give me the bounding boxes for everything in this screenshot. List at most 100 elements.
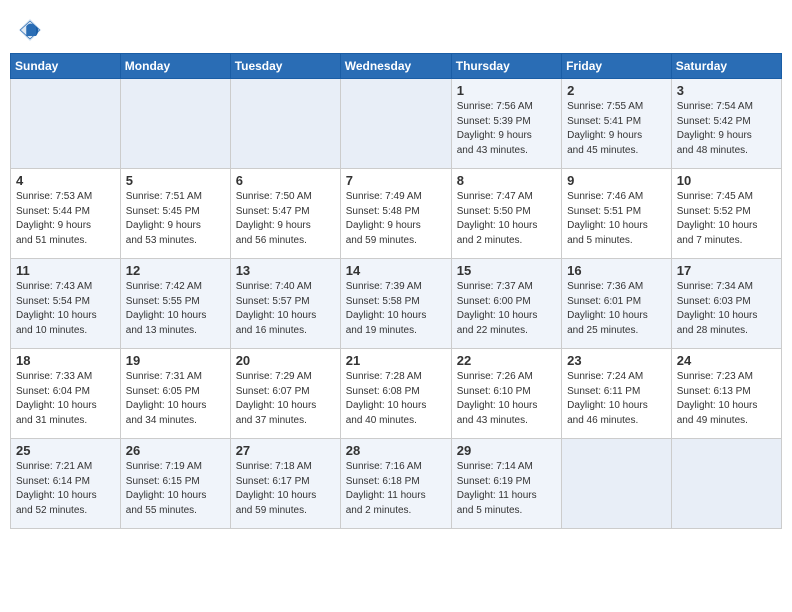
- logo: [15, 15, 49, 45]
- calendar-cell: 25 Sunrise: 7:21 AMSunset: 6:14 PMDayligh…: [11, 439, 121, 529]
- calendar-cell: 11 Sunrise: 7:43 AMSunset: 5:54 PMDayligh…: [11, 259, 121, 349]
- day-info: Sunrise: 7:16 AMSunset: 6:18 PMDaylight:…: [346, 460, 446, 518]
- day-info: Sunrise: 7:18 AMSunset: 6:17 PMDaylight:…: [236, 460, 335, 518]
- day-info: Sunrise: 7:47 AMSunset: 5:50 PMDaylight:…: [457, 190, 556, 248]
- day-number: 6: [236, 173, 335, 188]
- weekday-header-monday: Monday: [120, 54, 230, 79]
- day-number: 9: [567, 173, 666, 188]
- calendar-cell: 7 Sunrise: 7:49 AMSunset: 5:48 PMDaylight…: [340, 169, 451, 259]
- day-info: Sunrise: 7:51 AMSunset: 5:45 PMDaylight:…: [126, 190, 225, 248]
- day-number: 13: [236, 263, 335, 278]
- calendar-cell: 26 Sunrise: 7:19 AMSunset: 6:15 PMDayligh…: [120, 439, 230, 529]
- day-number: 23: [567, 353, 666, 368]
- calendar-cell: 16Sunrise: 7:36 AMSunset: 6:01 PMDayligh…: [562, 259, 672, 349]
- calendar-cell: 21Sunrise: 7:28 AMSunset: 6:08 PMDayligh…: [340, 349, 451, 439]
- calendar-cell: 22 Sunrise: 7:26 AMSunset: 6:10 PMDayligh…: [451, 349, 561, 439]
- calendar-cell: 29Sunrise: 7:14 AMSunset: 6:19 PMDayligh…: [451, 439, 561, 529]
- day-number: 14: [346, 263, 446, 278]
- calendar-cell: 2 Sunrise: 7:55 AMSunset: 5:41 PMDaylight…: [562, 79, 672, 169]
- day-number: 24: [677, 353, 776, 368]
- day-number: 27: [236, 443, 335, 458]
- day-info: Sunrise: 7:46 AMSunset: 5:51 PMDaylight:…: [567, 190, 666, 248]
- calendar-cell: [562, 439, 672, 529]
- logo-icon: [15, 15, 45, 45]
- calendar-cell: 19 Sunrise: 7:31 AMSunset: 6:05 PMDayligh…: [120, 349, 230, 439]
- calendar-cell: 10 Sunrise: 7:45 AMSunset: 5:52 PMDayligh…: [671, 169, 781, 259]
- day-number: 10: [677, 173, 776, 188]
- calendar-week-row: 25 Sunrise: 7:21 AMSunset: 6:14 PMDayligh…: [11, 439, 782, 529]
- weekday-header-tuesday: Tuesday: [230, 54, 340, 79]
- day-info: Sunrise: 7:45 AMSunset: 5:52 PMDaylight:…: [677, 190, 776, 248]
- day-number: 26: [126, 443, 225, 458]
- day-number: 15: [457, 263, 556, 278]
- day-number: 25: [16, 443, 115, 458]
- weekday-header-wednesday: Wednesday: [340, 54, 451, 79]
- day-number: 20: [236, 353, 335, 368]
- weekday-header-row: SundayMondayTuesdayWednesdayThursdayFrid…: [11, 54, 782, 79]
- calendar-cell: 24 Sunrise: 7:23 AMSunset: 6:13 PMDayligh…: [671, 349, 781, 439]
- weekday-header-friday: Friday: [562, 54, 672, 79]
- day-info: Sunrise: 7:56 AMSunset: 5:39 PMDaylight:…: [457, 100, 556, 158]
- day-info: Sunrise: 7:29 AMSunset: 6:07 PMDaylight:…: [236, 370, 335, 428]
- day-info: Sunrise: 7:50 AMSunset: 5:47 PMDaylight:…: [236, 190, 335, 248]
- calendar-cell: [230, 79, 340, 169]
- calendar-cell: 23 Sunrise: 7:24 AMSunset: 6:11 PMDayligh…: [562, 349, 672, 439]
- calendar-cell: 27 Sunrise: 7:18 AMSunset: 6:17 PMDayligh…: [230, 439, 340, 529]
- calendar-cell: 5 Sunrise: 7:51 AMSunset: 5:45 PMDaylight…: [120, 169, 230, 259]
- calendar-cell: [671, 439, 781, 529]
- weekday-header-saturday: Saturday: [671, 54, 781, 79]
- day-number: 4: [16, 173, 115, 188]
- day-info: Sunrise: 7:34 AMSunset: 6:03 PMDaylight:…: [677, 280, 776, 338]
- day-number: 5: [126, 173, 225, 188]
- day-number: 3: [677, 83, 776, 98]
- day-number: 2: [567, 83, 666, 98]
- calendar-cell: [11, 79, 121, 169]
- day-number: 8: [457, 173, 556, 188]
- day-info: Sunrise: 7:42 AMSunset: 5:55 PMDaylight:…: [126, 280, 225, 338]
- day-info: Sunrise: 7:40 AMSunset: 5:57 PMDaylight:…: [236, 280, 335, 338]
- day-info: Sunrise: 7:37 AMSunset: 6:00 PMDaylight:…: [457, 280, 556, 338]
- calendar-cell: 8 Sunrise: 7:47 AMSunset: 5:50 PMDaylight…: [451, 169, 561, 259]
- calendar-cell: 18Sunrise: 7:33 AMSunset: 6:04 PMDayligh…: [11, 349, 121, 439]
- day-number: 22: [457, 353, 556, 368]
- day-number: 19: [126, 353, 225, 368]
- calendar-cell: 1 Sunrise: 7:56 AMSunset: 5:39 PMDaylight…: [451, 79, 561, 169]
- day-info: Sunrise: 7:19 AMSunset: 6:15 PMDaylight:…: [126, 460, 225, 518]
- calendar-week-row: 1 Sunrise: 7:56 AMSunset: 5:39 PMDaylight…: [11, 79, 782, 169]
- day-info: Sunrise: 7:28 AMSunset: 6:08 PMDaylight:…: [346, 370, 446, 428]
- day-info: Sunrise: 7:49 AMSunset: 5:48 PMDaylight:…: [346, 190, 446, 248]
- day-number: 7: [346, 173, 446, 188]
- calendar-week-row: 4 Sunrise: 7:53 AMSunset: 5:44 PMDaylight…: [11, 169, 782, 259]
- day-number: 18: [16, 353, 115, 368]
- calendar-cell: 15 Sunrise: 7:37 AMSunset: 6:00 PMDayligh…: [451, 259, 561, 349]
- day-info: Sunrise: 7:54 AMSunset: 5:42 PMDaylight:…: [677, 100, 776, 158]
- calendar-cell: 20 Sunrise: 7:29 AMSunset: 6:07 PMDayligh…: [230, 349, 340, 439]
- day-info: Sunrise: 7:23 AMSunset: 6:13 PMDaylight:…: [677, 370, 776, 428]
- calendar-week-row: 18Sunrise: 7:33 AMSunset: 6:04 PMDayligh…: [11, 349, 782, 439]
- weekday-header-sunday: Sunday: [11, 54, 121, 79]
- day-info: Sunrise: 7:26 AMSunset: 6:10 PMDaylight:…: [457, 370, 556, 428]
- day-number: 1: [457, 83, 556, 98]
- page-header: [10, 10, 782, 45]
- calendar-cell: 13 Sunrise: 7:40 AMSunset: 5:57 PMDayligh…: [230, 259, 340, 349]
- day-number: 11: [16, 263, 115, 278]
- day-info: Sunrise: 7:21 AMSunset: 6:14 PMDaylight:…: [16, 460, 115, 518]
- day-info: Sunrise: 7:31 AMSunset: 6:05 PMDaylight:…: [126, 370, 225, 428]
- calendar-cell: 3 Sunrise: 7:54 AMSunset: 5:42 PMDaylight…: [671, 79, 781, 169]
- day-number: 12: [126, 263, 225, 278]
- day-info: Sunrise: 7:43 AMSunset: 5:54 PMDaylight:…: [16, 280, 115, 338]
- day-info: Sunrise: 7:53 AMSunset: 5:44 PMDaylight:…: [16, 190, 115, 248]
- calendar-cell: [120, 79, 230, 169]
- calendar-cell: [340, 79, 451, 169]
- day-info: Sunrise: 7:39 AMSunset: 5:58 PMDaylight:…: [346, 280, 446, 338]
- calendar-cell: 14 Sunrise: 7:39 AMSunset: 5:58 PMDayligh…: [340, 259, 451, 349]
- day-number: 17: [677, 263, 776, 278]
- calendar-cell: 9 Sunrise: 7:46 AMSunset: 5:51 PMDaylight…: [562, 169, 672, 259]
- day-info: Sunrise: 7:55 AMSunset: 5:41 PMDaylight:…: [567, 100, 666, 158]
- day-info: Sunrise: 7:24 AMSunset: 6:11 PMDaylight:…: [567, 370, 666, 428]
- calendar-cell: 6 Sunrise: 7:50 AMSunset: 5:47 PMDaylight…: [230, 169, 340, 259]
- calendar-cell: 12 Sunrise: 7:42 AMSunset: 5:55 PMDayligh…: [120, 259, 230, 349]
- day-number: 16: [567, 263, 666, 278]
- calendar-cell: 4 Sunrise: 7:53 AMSunset: 5:44 PMDaylight…: [11, 169, 121, 259]
- calendar-table: SundayMondayTuesdayWednesdayThursdayFrid…: [10, 53, 782, 529]
